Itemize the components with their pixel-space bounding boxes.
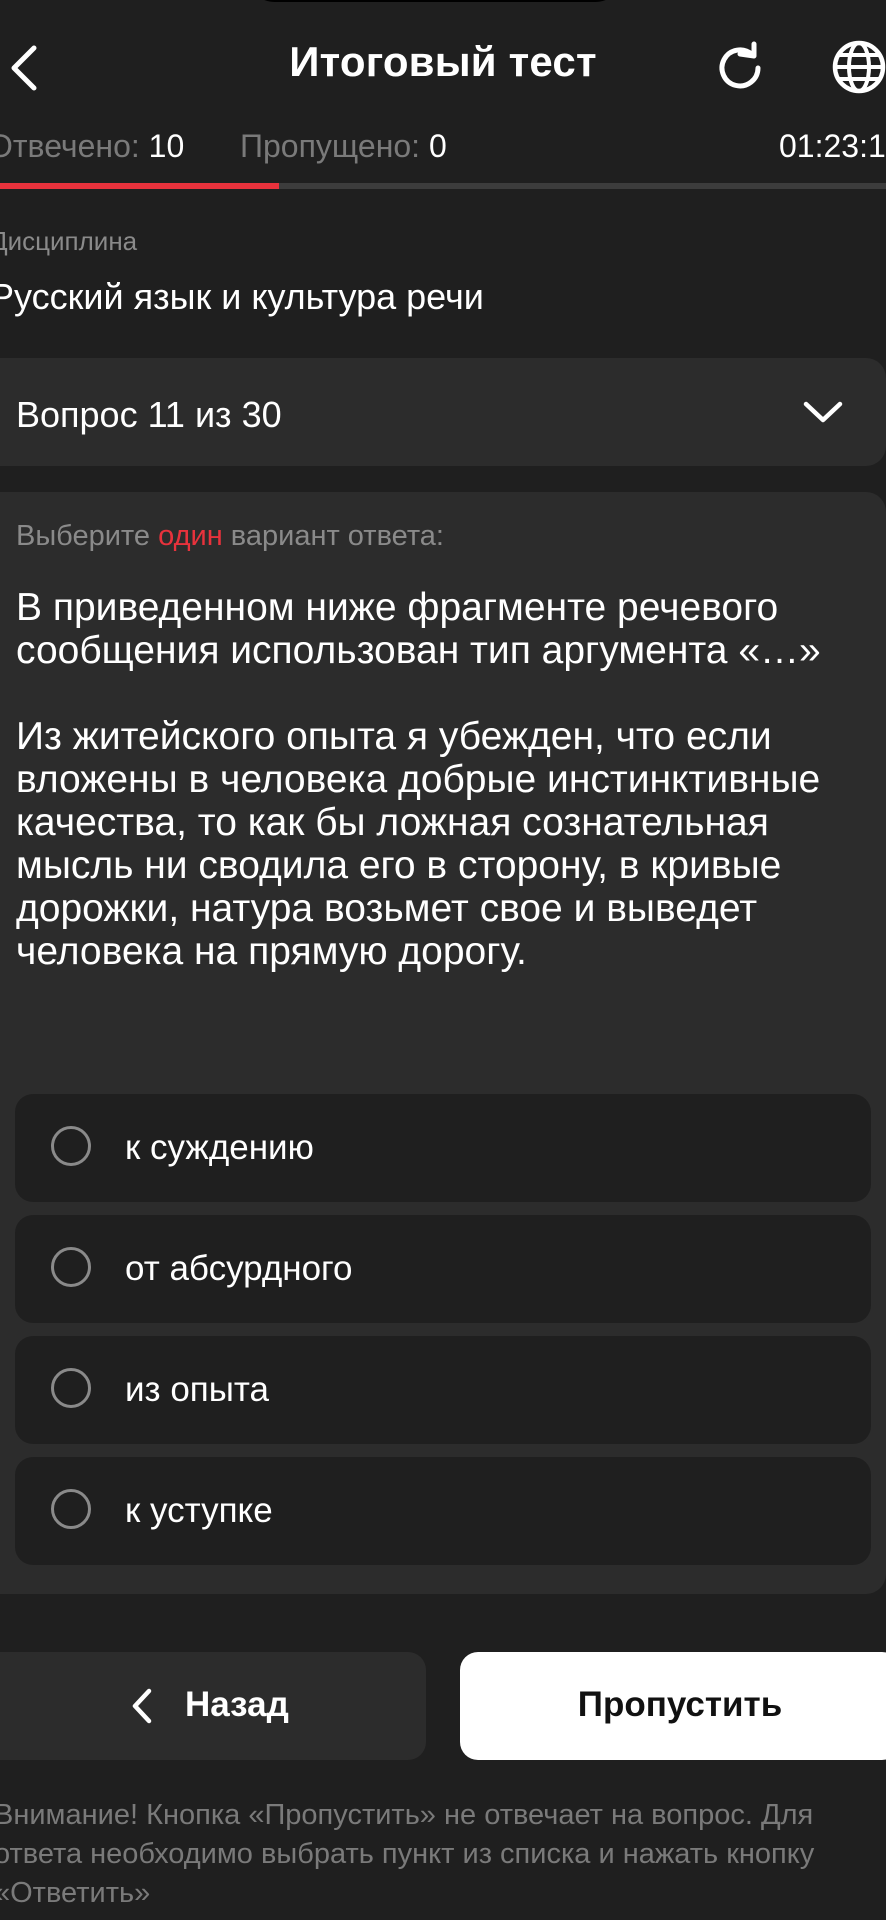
instruction-text-end: вариант ответа:	[222, 520, 444, 552]
refresh-icon[interactable]	[712, 40, 768, 96]
answer-label: к суждению	[125, 1128, 314, 1167]
skipped-stat: Пропущено: 0	[240, 128, 447, 165]
answer-option[interactable]: из опыта	[15, 1336, 871, 1444]
answer-label: к уступке	[125, 1491, 273, 1530]
timer: 01:23:16	[779, 128, 886, 164]
answer-options: к суждению от абсурдного из опыта к усту…	[15, 1094, 871, 1578]
answer-option[interactable]: к уступке	[15, 1457, 871, 1565]
radio-button[interactable]	[51, 1489, 91, 1529]
chevron-down-icon	[802, 396, 844, 428]
answer-instruction: Выберите один вариант ответа:	[16, 520, 444, 553]
skipped-count: 0	[428, 128, 447, 164]
question-card: Выберите один вариант ответа: В приведен…	[0, 492, 886, 1594]
skipped-label: Пропущено:	[240, 128, 421, 164]
discipline-label: Дисциплина	[0, 226, 138, 256]
radio-button[interactable]	[51, 1126, 91, 1166]
answered-stat: Отвечено: 10	[0, 128, 184, 165]
test-stats: Отвечено: 10 Пропущено: 0 01:23:16	[0, 128, 886, 168]
skip-button-label: Пропустить	[577, 1685, 783, 1724]
back-button[interactable]: Назад	[0, 1652, 426, 1760]
answer-label: из опыта	[125, 1370, 269, 1409]
answer-option[interactable]: к суждению	[15, 1094, 871, 1202]
answer-label: от абсурдного	[125, 1249, 353, 1288]
answered-label: Отвечено:	[0, 128, 140, 164]
question-text: В приведенном ниже фрагменте речевого со…	[16, 586, 821, 973]
question-number: Вопрос 11 из 30	[16, 394, 282, 435]
back-button-label: Назад	[185, 1685, 289, 1724]
progress-fill	[0, 183, 280, 189]
question-selector-dropdown[interactable]: Вопрос 11 из 30	[0, 358, 886, 466]
chevron-left-icon	[130, 1686, 154, 1726]
discipline-name: Русский язык и культура речи	[0, 276, 484, 317]
skip-warning-note: Внимание! Кнопка «Пропустить» не отвечае…	[0, 1799, 815, 1909]
answered-count: 10	[148, 128, 185, 164]
answer-option[interactable]: от абсурдного	[15, 1215, 871, 1323]
globe-icon[interactable]	[830, 38, 886, 96]
progress-bar	[0, 183, 886, 189]
header: Итоговый тест	[0, 0, 886, 130]
radio-button[interactable]	[51, 1247, 91, 1287]
instruction-text-start: Выберите	[16, 520, 159, 552]
skip-button[interactable]: Пропустить	[460, 1652, 886, 1760]
instruction-accent: один	[158, 520, 223, 552]
radio-button[interactable]	[51, 1368, 91, 1408]
